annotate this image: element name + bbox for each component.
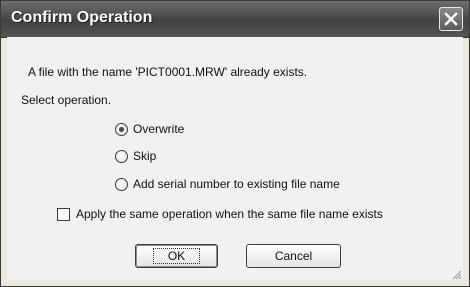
dialog-body: A file with the name 'PICT0001.MRW' alre… (7, 37, 463, 281)
radio-button[interactable] (115, 177, 128, 191)
radio-label-add-serial: Add serial number to existing file name (133, 177, 340, 191)
dialog-title: Confirm Operation (11, 9, 153, 26)
radio-add-serial-number[interactable]: Add serial number to existing file name (115, 177, 340, 191)
cancel-button[interactable]: Cancel (246, 244, 341, 268)
apply-same-checkbox-row[interactable]: Apply the same operation when the same f… (57, 207, 383, 221)
radio-overwrite[interactable]: Overwrite (115, 122, 184, 136)
close-button[interactable] (439, 7, 463, 31)
prompt-text: Select operation. (21, 93, 112, 107)
title-bar[interactable]: Confirm Operation (1, 1, 469, 38)
radio-button-checked[interactable] (115, 122, 128, 136)
ok-button[interactable]: OK (135, 244, 218, 268)
ok-button-label: OK (152, 248, 201, 264)
apply-same-label: Apply the same operation when the same f… (76, 207, 383, 221)
message-text: A file with the name 'PICT0001.MRW' alre… (28, 65, 308, 79)
radio-label-skip: Skip (133, 149, 157, 163)
resize-grip-icon[interactable] (452, 270, 462, 280)
radio-label-overwrite: Overwrite (133, 122, 185, 136)
cancel-button-label: Cancel (274, 249, 313, 263)
radio-skip[interactable]: Skip (115, 149, 156, 163)
radio-button[interactable] (115, 149, 128, 163)
close-icon (444, 12, 458, 26)
apply-same-checkbox[interactable] (57, 207, 70, 221)
confirm-operation-dialog: Confirm Operation A file with the name '… (0, 0, 470, 287)
